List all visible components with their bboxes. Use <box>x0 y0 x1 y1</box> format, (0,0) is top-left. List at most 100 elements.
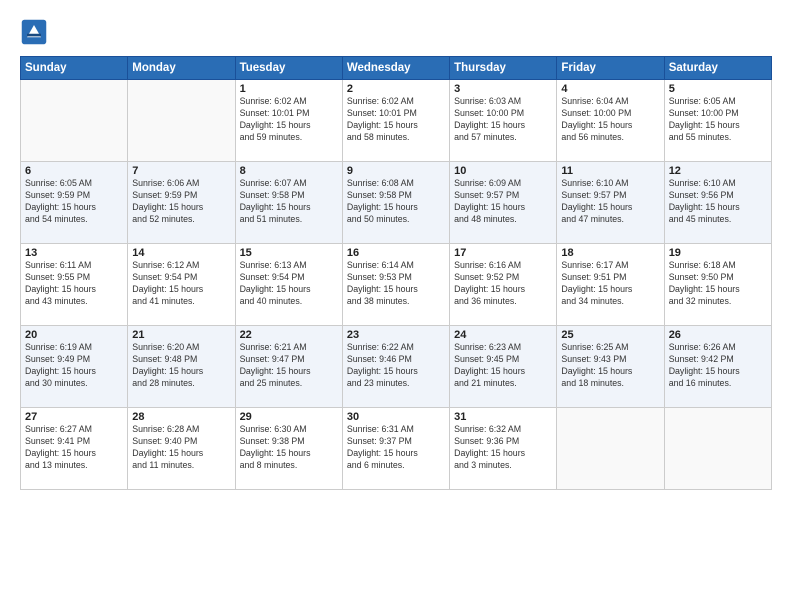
calendar-cell: 16Sunrise: 6:14 AM Sunset: 9:53 PM Dayli… <box>342 244 449 326</box>
calendar-cell: 13Sunrise: 6:11 AM Sunset: 9:55 PM Dayli… <box>21 244 128 326</box>
calendar-cell: 8Sunrise: 6:07 AM Sunset: 9:58 PM Daylig… <box>235 162 342 244</box>
col-header-monday: Monday <box>128 57 235 80</box>
calendar-cell: 17Sunrise: 6:16 AM Sunset: 9:52 PM Dayli… <box>450 244 557 326</box>
cell-info: Sunrise: 6:16 AM Sunset: 9:52 PM Dayligh… <box>454 260 552 308</box>
calendar-cell: 11Sunrise: 6:10 AM Sunset: 9:57 PM Dayli… <box>557 162 664 244</box>
cell-info: Sunrise: 6:10 AM Sunset: 9:57 PM Dayligh… <box>561 178 659 226</box>
day-number: 25 <box>561 329 659 341</box>
day-number: 21 <box>132 329 230 341</box>
calendar-cell <box>664 408 771 490</box>
col-header-wednesday: Wednesday <box>342 57 449 80</box>
day-number: 29 <box>240 411 338 423</box>
day-number: 31 <box>454 411 552 423</box>
day-number: 17 <box>454 247 552 259</box>
day-number: 8 <box>240 165 338 177</box>
day-number: 6 <box>25 165 123 177</box>
calendar-cell: 19Sunrise: 6:18 AM Sunset: 9:50 PM Dayli… <box>664 244 771 326</box>
calendar-cell: 22Sunrise: 6:21 AM Sunset: 9:47 PM Dayli… <box>235 326 342 408</box>
day-number: 26 <box>669 329 767 341</box>
cell-info: Sunrise: 6:21 AM Sunset: 9:47 PM Dayligh… <box>240 342 338 390</box>
calendar-cell: 4Sunrise: 6:04 AM Sunset: 10:00 PM Dayli… <box>557 80 664 162</box>
day-number: 20 <box>25 329 123 341</box>
calendar-cell <box>557 408 664 490</box>
col-header-sunday: Sunday <box>21 57 128 80</box>
cell-info: Sunrise: 6:12 AM Sunset: 9:54 PM Dayligh… <box>132 260 230 308</box>
cell-info: Sunrise: 6:25 AM Sunset: 9:43 PM Dayligh… <box>561 342 659 390</box>
calendar-cell: 24Sunrise: 6:23 AM Sunset: 9:45 PM Dayli… <box>450 326 557 408</box>
cell-info: Sunrise: 6:31 AM Sunset: 9:37 PM Dayligh… <box>347 424 445 472</box>
cell-info: Sunrise: 6:18 AM Sunset: 9:50 PM Dayligh… <box>669 260 767 308</box>
calendar-cell <box>128 80 235 162</box>
day-number: 15 <box>240 247 338 259</box>
calendar-cell: 7Sunrise: 6:06 AM Sunset: 9:59 PM Daylig… <box>128 162 235 244</box>
cell-info: Sunrise: 6:17 AM Sunset: 9:51 PM Dayligh… <box>561 260 659 308</box>
day-number: 27 <box>25 411 123 423</box>
cell-info: Sunrise: 6:04 AM Sunset: 10:00 PM Daylig… <box>561 96 659 144</box>
cell-info: Sunrise: 6:22 AM Sunset: 9:46 PM Dayligh… <box>347 342 445 390</box>
cell-info: Sunrise: 6:06 AM Sunset: 9:59 PM Dayligh… <box>132 178 230 226</box>
cell-info: Sunrise: 6:13 AM Sunset: 9:54 PM Dayligh… <box>240 260 338 308</box>
cell-info: Sunrise: 6:26 AM Sunset: 9:42 PM Dayligh… <box>669 342 767 390</box>
cell-info: Sunrise: 6:08 AM Sunset: 9:58 PM Dayligh… <box>347 178 445 226</box>
cell-info: Sunrise: 6:02 AM Sunset: 10:01 PM Daylig… <box>347 96 445 144</box>
cell-info: Sunrise: 6:02 AM Sunset: 10:01 PM Daylig… <box>240 96 338 144</box>
calendar-cell: 18Sunrise: 6:17 AM Sunset: 9:51 PM Dayli… <box>557 244 664 326</box>
cell-info: Sunrise: 6:05 AM Sunset: 9:59 PM Dayligh… <box>25 178 123 226</box>
calendar-cell: 1Sunrise: 6:02 AM Sunset: 10:01 PM Dayli… <box>235 80 342 162</box>
logo <box>20 18 50 46</box>
calendar-table: SundayMondayTuesdayWednesdayThursdayFrid… <box>20 56 772 490</box>
day-number: 3 <box>454 83 552 95</box>
cell-info: Sunrise: 6:09 AM Sunset: 9:57 PM Dayligh… <box>454 178 552 226</box>
calendar-cell: 15Sunrise: 6:13 AM Sunset: 9:54 PM Dayli… <box>235 244 342 326</box>
day-number: 4 <box>561 83 659 95</box>
day-number: 13 <box>25 247 123 259</box>
day-number: 10 <box>454 165 552 177</box>
cell-info: Sunrise: 6:20 AM Sunset: 9:48 PM Dayligh… <box>132 342 230 390</box>
day-number: 22 <box>240 329 338 341</box>
cell-info: Sunrise: 6:27 AM Sunset: 9:41 PM Dayligh… <box>25 424 123 472</box>
day-number: 23 <box>347 329 445 341</box>
calendar-cell: 27Sunrise: 6:27 AM Sunset: 9:41 PM Dayli… <box>21 408 128 490</box>
calendar-cell: 29Sunrise: 6:30 AM Sunset: 9:38 PM Dayli… <box>235 408 342 490</box>
day-number: 2 <box>347 83 445 95</box>
calendar-cell: 9Sunrise: 6:08 AM Sunset: 9:58 PM Daylig… <box>342 162 449 244</box>
calendar-cell: 3Sunrise: 6:03 AM Sunset: 10:00 PM Dayli… <box>450 80 557 162</box>
calendar-cell: 25Sunrise: 6:25 AM Sunset: 9:43 PM Dayli… <box>557 326 664 408</box>
cell-info: Sunrise: 6:05 AM Sunset: 10:00 PM Daylig… <box>669 96 767 144</box>
day-number: 19 <box>669 247 767 259</box>
calendar-cell: 26Sunrise: 6:26 AM Sunset: 9:42 PM Dayli… <box>664 326 771 408</box>
calendar-cell: 28Sunrise: 6:28 AM Sunset: 9:40 PM Dayli… <box>128 408 235 490</box>
day-number: 14 <box>132 247 230 259</box>
cell-info: Sunrise: 6:19 AM Sunset: 9:49 PM Dayligh… <box>25 342 123 390</box>
cell-info: Sunrise: 6:11 AM Sunset: 9:55 PM Dayligh… <box>25 260 123 308</box>
day-number: 5 <box>669 83 767 95</box>
calendar-cell: 10Sunrise: 6:09 AM Sunset: 9:57 PM Dayli… <box>450 162 557 244</box>
day-number: 1 <box>240 83 338 95</box>
day-number: 18 <box>561 247 659 259</box>
calendar-cell: 23Sunrise: 6:22 AM Sunset: 9:46 PM Dayli… <box>342 326 449 408</box>
day-number: 16 <box>347 247 445 259</box>
cell-info: Sunrise: 6:30 AM Sunset: 9:38 PM Dayligh… <box>240 424 338 472</box>
calendar-cell: 6Sunrise: 6:05 AM Sunset: 9:59 PM Daylig… <box>21 162 128 244</box>
cell-info: Sunrise: 6:23 AM Sunset: 9:45 PM Dayligh… <box>454 342 552 390</box>
cell-info: Sunrise: 6:10 AM Sunset: 9:56 PM Dayligh… <box>669 178 767 226</box>
header <box>20 18 772 46</box>
calendar-cell: 14Sunrise: 6:12 AM Sunset: 9:54 PM Dayli… <box>128 244 235 326</box>
calendar-cell <box>21 80 128 162</box>
calendar-cell: 31Sunrise: 6:32 AM Sunset: 9:36 PM Dayli… <box>450 408 557 490</box>
calendar-cell: 20Sunrise: 6:19 AM Sunset: 9:49 PM Dayli… <box>21 326 128 408</box>
day-number: 7 <box>132 165 230 177</box>
cell-info: Sunrise: 6:28 AM Sunset: 9:40 PM Dayligh… <box>132 424 230 472</box>
day-number: 28 <box>132 411 230 423</box>
cell-info: Sunrise: 6:14 AM Sunset: 9:53 PM Dayligh… <box>347 260 445 308</box>
day-number: 11 <box>561 165 659 177</box>
calendar-cell: 30Sunrise: 6:31 AM Sunset: 9:37 PM Dayli… <box>342 408 449 490</box>
col-header-tuesday: Tuesday <box>235 57 342 80</box>
logo-icon <box>20 18 48 46</box>
col-header-saturday: Saturday <box>664 57 771 80</box>
calendar-cell: 12Sunrise: 6:10 AM Sunset: 9:56 PM Dayli… <box>664 162 771 244</box>
day-number: 12 <box>669 165 767 177</box>
calendar-cell: 5Sunrise: 6:05 AM Sunset: 10:00 PM Dayli… <box>664 80 771 162</box>
calendar-cell: 2Sunrise: 6:02 AM Sunset: 10:01 PM Dayli… <box>342 80 449 162</box>
cell-info: Sunrise: 6:32 AM Sunset: 9:36 PM Dayligh… <box>454 424 552 472</box>
